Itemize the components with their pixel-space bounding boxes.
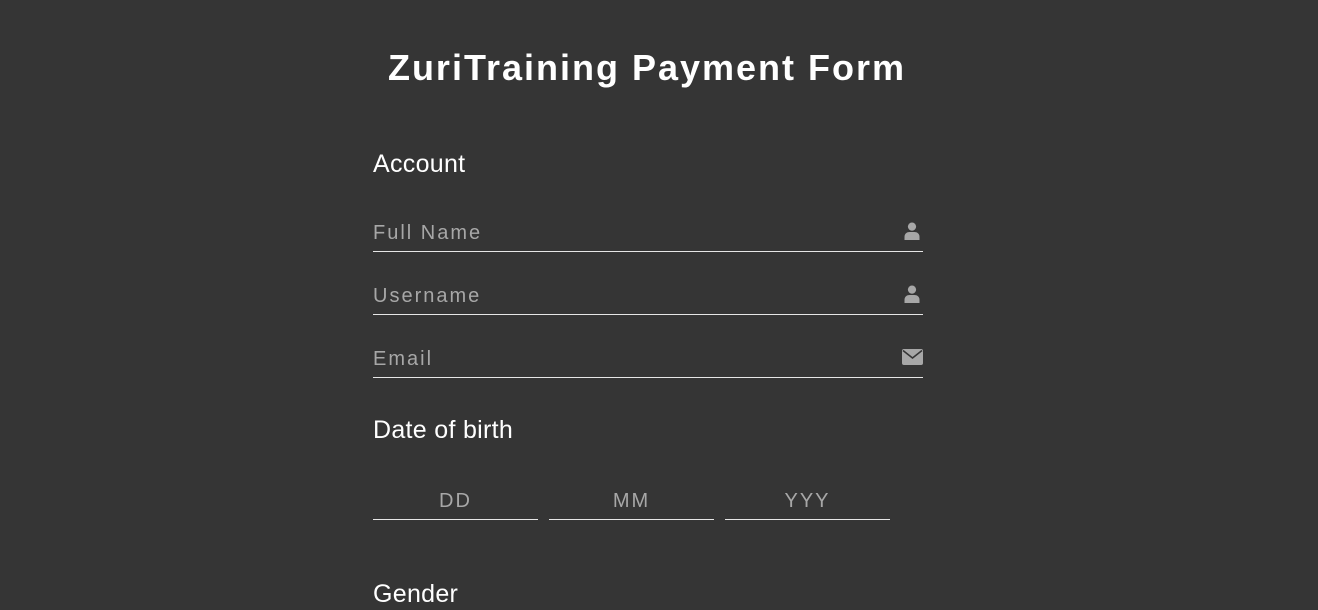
username-input[interactable] (373, 285, 873, 314)
envelope-icon (901, 346, 923, 368)
birth-month-field (549, 483, 714, 520)
gender-heading: Gender (373, 580, 459, 608)
birth-day-field (373, 483, 538, 520)
full-name-field (373, 215, 923, 252)
date-of-birth-heading: Date of birth (373, 416, 514, 444)
birth-year-input[interactable] (725, 490, 890, 519)
user-icon (901, 283, 923, 305)
birth-year-field (725, 483, 890, 520)
birth-month-input[interactable] (549, 490, 714, 519)
username-field (373, 278, 923, 315)
email-input[interactable] (373, 348, 873, 377)
page-title: ZuriTraining Payment Form (387, 47, 907, 88)
account-heading: Account (373, 150, 466, 178)
full-name-input[interactable] (373, 222, 873, 251)
user-icon (901, 220, 923, 242)
date-of-birth-row (373, 483, 923, 520)
birth-day-input[interactable] (373, 490, 538, 519)
email-field (373, 341, 923, 378)
payment-form: Account Date of birth Gender (373, 148, 923, 610)
